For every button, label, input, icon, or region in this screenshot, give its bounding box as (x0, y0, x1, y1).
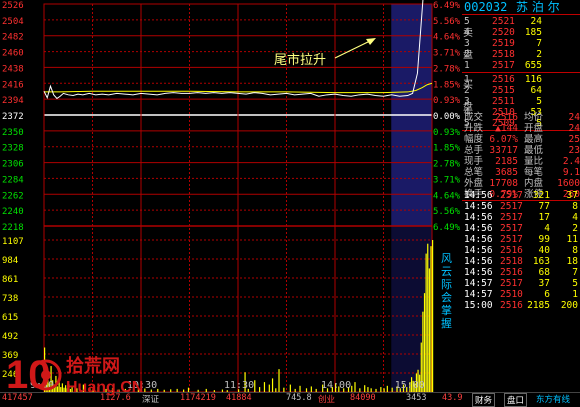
volume-bar (432, 240, 434, 392)
price-tick-label: 2240 (2, 207, 24, 217)
price-tick-label: 2372 (2, 112, 24, 122)
stock-name: 苏 泊 尔 (516, 0, 560, 14)
price-tick-label: 2306 (2, 160, 24, 170)
volume-tick-label: 492 (2, 332, 18, 342)
side-label-char: 际 (441, 278, 452, 291)
sell-price: 2517 (492, 60, 515, 71)
volume-bar (427, 243, 429, 392)
pct-tick-label: 6.49% (433, 223, 461, 233)
time-axis-label: 15:00 (395, 380, 425, 391)
price-tick-label: 2262 (2, 191, 24, 201)
stock-code: 002032 (464, 0, 508, 14)
time-axis-label: 14:00 (321, 380, 351, 391)
volume-bar (271, 378, 274, 392)
watermark-en: Huang.CN (66, 379, 143, 396)
price-tick-label: 2394 (2, 96, 24, 106)
annotation-text: 尾市拉升 (274, 52, 326, 68)
status-extra: 东方有线 (536, 395, 571, 405)
pct-tick-label: 0.93% (433, 96, 461, 106)
pct-tick-label: 2.78% (433, 160, 461, 170)
side-label-char: 云 (441, 265, 452, 278)
watermark-logo: 10 拾荒网 Huang.CN (6, 350, 156, 397)
pct-tick-label: 4.64% (433, 33, 461, 43)
side-label-char: 会 (441, 291, 452, 304)
volume-bar (254, 380, 256, 392)
pct-tick-label: 1.85% (433, 80, 461, 90)
volume-bar (430, 246, 432, 392)
sell-volume: 655 (524, 60, 542, 71)
volume-bar (425, 253, 427, 392)
watermark-graphic: 10 拾荒网 Huang.CN (6, 353, 143, 397)
sell-level: 1 (464, 60, 470, 71)
status-tab[interactable]: 财务 (472, 393, 496, 407)
price-tick-label: 2526 (2, 1, 24, 11)
orderbook-side-label: 盘 (463, 50, 473, 61)
side-label-char: 握 (441, 316, 452, 330)
pct-tick-label: 1.85% (433, 144, 461, 154)
status-item: 3453 (406, 393, 427, 403)
volume-tick-label: 615 (2, 313, 18, 323)
status-item: 84090 (350, 393, 376, 403)
volume-bar (354, 382, 356, 392)
volume-bar (428, 268, 430, 392)
price-tick-label: 2438 (2, 64, 24, 74)
annotation-arrowhead (366, 38, 376, 45)
orderbook-side-label: 买 (463, 80, 473, 91)
volume-tick-label: 1107 (2, 237, 24, 247)
volume-bar (268, 384, 270, 392)
volume-bar (278, 369, 280, 392)
price-tick-label: 2416 (2, 80, 24, 90)
status-item: 41884 (226, 393, 252, 403)
intraday-chart[interactable]: 2526 6.49% 2504 5.56% 2482 4.64% 2460 3.71% 2438… (0, 0, 462, 404)
watermark-dot (41, 370, 51, 380)
status-item: 创业 (318, 395, 336, 405)
price-tick-label: 2504 (2, 17, 24, 27)
price-tick-label: 2284 (2, 175, 24, 185)
price-tick-label: 2350 (2, 128, 24, 138)
side-label-char: 风 (441, 252, 452, 265)
volume-bar (263, 382, 266, 392)
volume-tick-label: 738 (2, 294, 18, 304)
pct-tick-label: 0.00% (433, 112, 461, 122)
tick-time: 15:00 (464, 300, 493, 311)
status-item: 1174219 (180, 393, 216, 403)
watermark-cn: 拾荒网 (66, 355, 120, 377)
pct-tick-label: 3.71% (433, 49, 461, 59)
panel-separator (462, 72, 580, 73)
tick-volume: 2185 (527, 300, 550, 311)
quote-panel: 002032 苏 泊 尔 5 2521 24 4 2520 185 3 2519 7 2 2518 2… (462, 0, 580, 404)
tick-count: 200 (560, 300, 578, 311)
time-axis-label: 11:30 (224, 380, 254, 391)
price-tick-label: 2460 (2, 49, 24, 59)
pct-tick-label: 2.78% (433, 64, 461, 74)
volume-bar (364, 385, 366, 392)
pct-tick-label: 5.56% (433, 207, 461, 217)
volume-tick-label: 984 (2, 256, 18, 266)
price-tick-label: 2218 (2, 223, 24, 233)
pct-tick-label: 4.64% (433, 191, 461, 201)
tick-price: 2516 (500, 300, 523, 311)
pct-tick-label: 6.49% (433, 1, 461, 11)
orderbook-side-label: 卖 (463, 28, 473, 39)
side-label-char: 掌 (441, 303, 452, 317)
orderbook-side-label: 盘 (463, 102, 473, 113)
pct-tick-label: 0.93% (433, 128, 461, 138)
status-item: 43.9 (442, 393, 463, 403)
price-tick-label: 2328 (2, 144, 24, 154)
pct-tick-label: 5.56% (433, 17, 461, 27)
status-tab[interactable]: 盘口 (504, 393, 528, 407)
volume-tick-label: 861 (2, 275, 18, 285)
pct-tick-label: 3.71% (433, 175, 461, 185)
tick-row: 15:00 2516 2185 200 (462, 300, 580, 312)
volume-bar (289, 384, 291, 392)
price-tick-label: 2482 (2, 33, 24, 43)
volume-bar (423, 293, 426, 392)
annotation-arrow (334, 39, 373, 59)
sell-row: 1 2517 655 (462, 60, 580, 72)
status-item: 745.8 (286, 393, 312, 403)
